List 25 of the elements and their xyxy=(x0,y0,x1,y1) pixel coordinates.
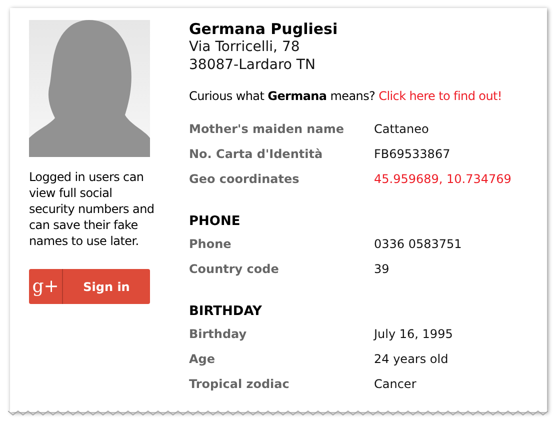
field-label: Phone xyxy=(189,236,232,252)
field-label: No. Carta d'Identità xyxy=(189,146,324,162)
person-name: Germana Pugliesi xyxy=(189,20,339,38)
field-label: Tropical zodiac xyxy=(189,376,290,392)
field-label: Age xyxy=(189,351,216,367)
address-line: 38087-Lardaro TN xyxy=(189,56,316,74)
field-value: FB69533867 xyxy=(374,146,450,162)
name-meaning-link[interactable]: Click here to find out! xyxy=(378,89,502,103)
field-label: Country code xyxy=(189,261,280,277)
address-line: Via Torricelli, 78 xyxy=(189,38,301,56)
field-value: Cattaneo xyxy=(374,121,429,137)
section-heading: BIRTHDAY xyxy=(189,303,263,320)
coordinates-link[interactable]: 45.959689, 10.734769 xyxy=(374,171,512,187)
field-value: 39 xyxy=(374,261,390,277)
google-sign-in-button[interactable]: g+ Sign in xyxy=(29,269,150,304)
field-value: July 16, 1995 xyxy=(374,326,453,342)
field-label: Mother's maiden name xyxy=(189,121,345,137)
login-note: Logged in users can view full social security numbers and can save their fake names to use later. xyxy=(29,169,156,249)
curious-text: Curious what Germana means? Click here to find out! xyxy=(189,88,503,104)
field-label: Geo coordinates xyxy=(189,171,300,187)
field-value: 24 years old xyxy=(374,351,448,367)
section-heading: PHONE xyxy=(189,213,242,230)
field-label: Birthday xyxy=(189,326,248,342)
field-value: 0336 0583751 xyxy=(374,236,462,252)
field-value: Cancer xyxy=(374,376,416,392)
